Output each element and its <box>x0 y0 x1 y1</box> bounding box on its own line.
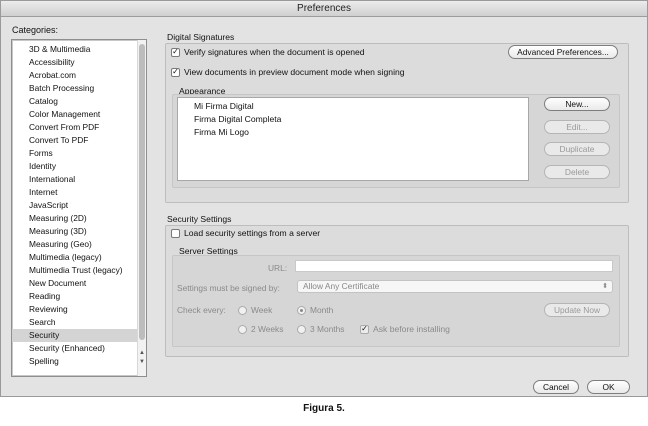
category-item-javascript[interactable]: JavaScript <box>12 199 138 212</box>
category-item-accessibility[interactable]: Accessibility <box>12 56 138 69</box>
ask-before-installing-label: Ask before installing <box>373 324 450 334</box>
edit-button[interactable]: Edit... <box>544 120 610 134</box>
category-item-spelling[interactable]: Spelling <box>12 355 138 368</box>
preferences-window: Preferences Categories: 3D & Multimedia … <box>0 0 648 397</box>
check-every-label: Check every: <box>177 305 226 315</box>
category-item-measuring-2d[interactable]: Measuring (2D) <box>12 212 138 225</box>
categories-label: Categories: <box>12 25 59 35</box>
select-arrows-icon: ⬍ <box>602 283 608 290</box>
verify-signatures-label: Verify signatures when the document is o… <box>184 47 365 57</box>
verify-signatures-checkbox[interactable]: ✓ Verify signatures when the document is… <box>171 47 365 57</box>
category-item-forms[interactable]: Forms <box>12 147 138 160</box>
category-item-reading[interactable]: Reading <box>12 290 138 303</box>
signed-by-select[interactable]: Allow Any Certificate ⬍ <box>297 280 613 293</box>
category-item-reviewing[interactable]: Reviewing <box>12 303 138 316</box>
preview-mode-checkbox[interactable]: ✓ View documents in preview document mod… <box>171 67 405 77</box>
category-item-3d-multimedia[interactable]: 3D & Multimedia <box>12 43 138 56</box>
digital-signatures-title: Digital Signatures <box>167 32 235 42</box>
checkmark-icon: ✓ <box>171 47 180 57</box>
checkmark-icon: ✓ <box>360 324 369 334</box>
radio-week[interactable]: Week <box>238 305 272 315</box>
scroll-thumb[interactable] <box>139 44 145 340</box>
scroll-up-arrow-icon[interactable]: ▲ <box>138 349 146 357</box>
update-now-button[interactable]: Update Now <box>544 303 610 317</box>
category-item-multimedia-legacy[interactable]: Multimedia (legacy) <box>12 251 138 264</box>
category-item-security[interactable]: Security <box>12 329 138 342</box>
appearance-item-firma-mi-logo[interactable]: Firma Mi Logo <box>194 127 249 137</box>
advanced-preferences-button[interactable]: Advanced Preferences... <box>508 45 618 59</box>
category-item-search[interactable]: Search <box>12 316 138 329</box>
new-button[interactable]: New... <box>544 97 610 111</box>
category-item-convert-from-pdf[interactable]: Convert From PDF <box>12 121 138 134</box>
load-security-settings-checkbox[interactable]: Load security settings from a server <box>171 228 320 238</box>
radio-week-label: Week <box>251 305 273 315</box>
appearance-list[interactable]: Mi Firma Digital Firma Digital Completa … <box>177 97 529 181</box>
signed-by-value: Allow Any Certificate <box>303 281 380 291</box>
radio-2-weeks[interactable]: 2 Weeks <box>238 324 283 334</box>
ask-before-installing-checkbox[interactable]: ✓ Ask before installing <box>360 324 450 334</box>
category-item-catalog[interactable]: Catalog <box>12 95 138 108</box>
category-item-acrobat-com[interactable]: Acrobat.com <box>12 69 138 82</box>
category-item-measuring-geo[interactable]: Measuring (Geo) <box>12 238 138 251</box>
load-security-settings-label: Load security settings from a server <box>184 228 321 238</box>
category-item-international[interactable]: International <box>12 173 138 186</box>
radio-3-months[interactable]: 3 Months <box>297 324 344 334</box>
delete-button[interactable]: Delete <box>544 165 610 179</box>
appearance-item-mi-firma-digital[interactable]: Mi Firma Digital <box>194 101 254 111</box>
url-label: URL: <box>268 263 288 273</box>
cancel-button[interactable]: Cancel <box>533 380 579 394</box>
category-item-identity[interactable]: Identity <box>12 160 138 173</box>
category-item-measuring-3d[interactable]: Measuring (3D) <box>12 225 138 238</box>
category-item-new-document[interactable]: New Document <box>12 277 138 290</box>
radio-month-label: Month <box>310 305 334 315</box>
scroll-down-arrow-icon[interactable]: ▼ <box>138 358 146 366</box>
figure-caption: Figura 5. <box>303 403 345 414</box>
radio-3-months-label: 3 Months <box>310 324 345 334</box>
category-item-security-enhanced[interactable]: Security (Enhanced) <box>12 342 138 355</box>
url-input[interactable] <box>295 260 613 272</box>
window-title: Preferences <box>1 1 647 17</box>
duplicate-button[interactable]: Duplicate <box>544 142 610 156</box>
signed-by-label: Settings must be signed by: <box>177 283 280 293</box>
radio-2-weeks-label: 2 Weeks <box>251 324 284 334</box>
category-item-internet[interactable]: Internet <box>12 186 138 199</box>
ok-button[interactable]: OK <box>587 380 630 394</box>
category-item-batch-processing[interactable]: Batch Processing <box>12 82 138 95</box>
appearance-item-firma-digital-completa[interactable]: Firma Digital Completa <box>194 114 281 124</box>
preview-mode-label: View documents in preview document mode … <box>184 67 405 77</box>
radio-month[interactable]: Month <box>297 305 333 315</box>
category-item-color-management[interactable]: Color Management <box>12 108 138 121</box>
checkmark-icon: ✓ <box>171 67 180 77</box>
security-settings-title: Security Settings <box>167 214 232 224</box>
categories-list[interactable]: 3D & Multimedia Accessibility Acrobat.co… <box>11 39 147 377</box>
categories-scrollbar[interactable]: ▲ ▼ <box>137 40 146 376</box>
category-item-convert-to-pdf[interactable]: Convert To PDF <box>12 134 138 147</box>
category-item-multimedia-trust-legacy[interactable]: Multimedia Trust (legacy) <box>12 264 138 277</box>
